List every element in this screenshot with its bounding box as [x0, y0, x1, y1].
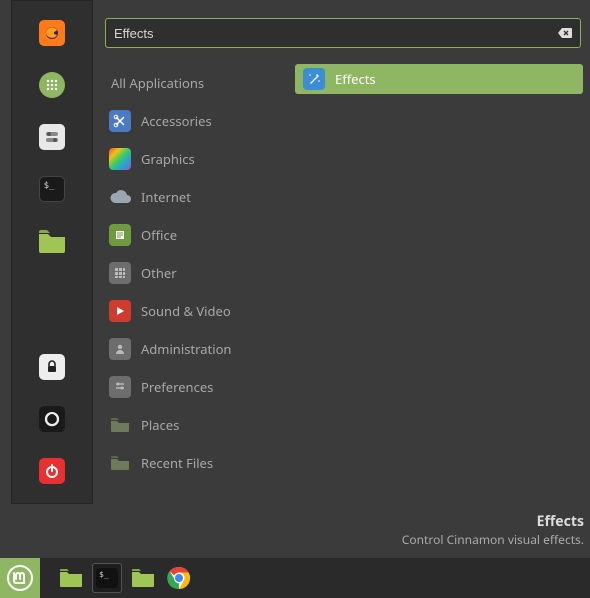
scissors-icon	[109, 110, 131, 132]
favorites-sidebar: $_	[11, 0, 93, 504]
logout-icon	[44, 411, 60, 427]
favorite-files[interactable]	[32, 221, 72, 261]
category-places[interactable]: Places	[103, 406, 285, 444]
terminal-icon: $_	[44, 181, 55, 191]
sliders-icon	[109, 376, 131, 398]
tooltip-title: Effects	[402, 512, 584, 531]
admin-icon	[109, 338, 131, 360]
applications-list: Effects	[295, 64, 583, 498]
category-label: Administration	[141, 340, 231, 358]
folder-icon	[59, 568, 83, 588]
mint-logo-icon	[7, 565, 33, 591]
firefox-icon	[44, 25, 60, 41]
category-label: Accessories	[141, 112, 212, 130]
document-icon	[109, 224, 131, 246]
grid-icon	[109, 262, 131, 284]
cloud-icon	[109, 186, 131, 208]
logout-button[interactable]	[32, 399, 72, 439]
taskbar-files[interactable]	[56, 563, 86, 593]
taskbar-files-2[interactable]	[128, 563, 158, 593]
clear-search-button[interactable]	[558, 27, 572, 39]
app-effects[interactable]: Effects	[295, 64, 583, 94]
category-label: Office	[141, 226, 177, 244]
category-label: Preferences	[141, 378, 213, 396]
folder-icon	[109, 414, 131, 436]
category-all-applications[interactable]: All Applications	[103, 64, 285, 102]
search-field-wrapper[interactable]	[105, 18, 581, 48]
favorite-apps[interactable]	[32, 65, 72, 105]
lock-icon	[45, 360, 59, 374]
app-tooltip: Effects Control Cinnamon visual effects.	[402, 512, 584, 548]
menu-button[interactable]	[0, 558, 40, 598]
favorite-terminal[interactable]: $_	[32, 169, 72, 209]
category-internet[interactable]: Internet	[103, 178, 285, 216]
category-other[interactable]: Other	[103, 254, 285, 292]
taskbar: $_	[0, 558, 590, 598]
taskbar-terminal[interactable]: $_	[92, 563, 122, 593]
grid-icon	[46, 79, 58, 91]
taskbar-chrome[interactable]	[164, 563, 194, 593]
category-label: Other	[141, 264, 177, 282]
favorite-firefox[interactable]	[32, 13, 72, 53]
category-administration[interactable]: Administration	[103, 330, 285, 368]
toggles-icon	[44, 129, 60, 145]
category-sound-video[interactable]: Sound & Video	[103, 292, 285, 330]
category-label: Recent Files	[141, 454, 213, 472]
folder-icon	[38, 229, 66, 253]
application-menu: $_	[11, 0, 590, 504]
tooltip-description: Control Cinnamon visual effects.	[402, 531, 584, 548]
effects-icon	[303, 68, 325, 90]
power-button[interactable]	[32, 451, 72, 491]
chrome-icon	[167, 566, 191, 590]
category-label: Internet	[141, 188, 191, 206]
category-recent-files[interactable]: Recent Files	[103, 444, 285, 482]
backspace-icon	[558, 28, 572, 38]
terminal-icon: $_	[99, 570, 109, 579]
play-icon	[109, 300, 131, 322]
favorite-settings[interactable]	[32, 117, 72, 157]
app-label: Effects	[335, 70, 376, 88]
category-label: All Applications	[111, 74, 204, 92]
category-accessories[interactable]: Accessories	[103, 102, 285, 140]
search-input[interactable]	[114, 26, 558, 41]
lock-button[interactable]	[32, 347, 72, 387]
folder-icon	[131, 568, 155, 588]
categories-list: All Applications Accessories Graphics	[103, 64, 285, 498]
menu-content: All Applications Accessories Graphics	[93, 0, 590, 504]
category-preferences[interactable]: Preferences	[103, 368, 285, 406]
power-icon	[44, 463, 60, 479]
category-label: Sound & Video	[141, 302, 231, 320]
category-label: Places	[141, 416, 179, 434]
category-graphics[interactable]: Graphics	[103, 140, 285, 178]
category-label: Graphics	[141, 150, 195, 168]
folder-icon	[109, 452, 131, 474]
category-office[interactable]: Office	[103, 216, 285, 254]
rainbow-icon	[109, 148, 131, 170]
